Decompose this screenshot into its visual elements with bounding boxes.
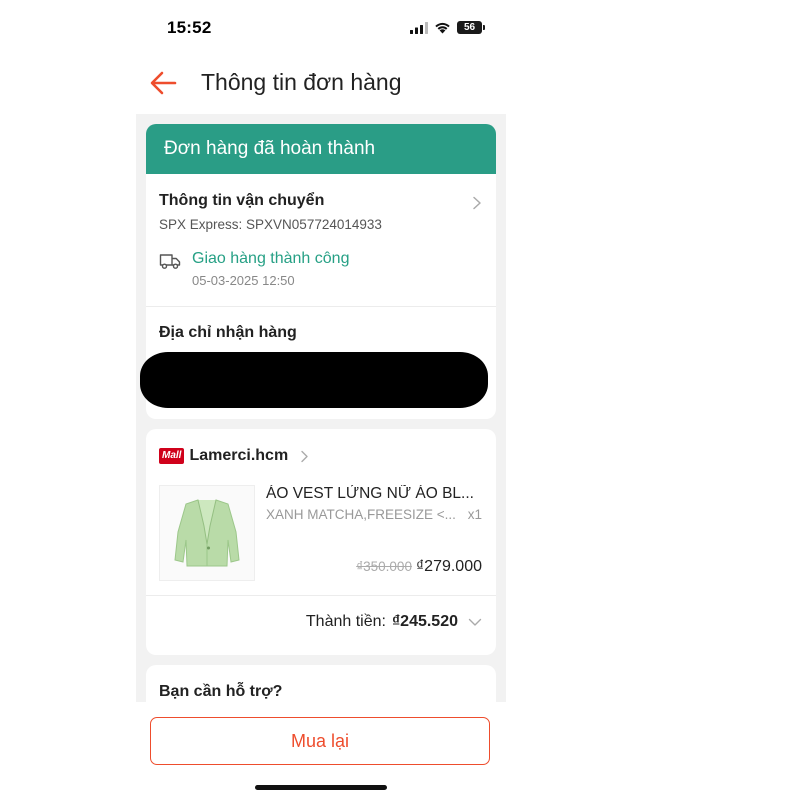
shipping-info-title: Thông tin vận chuyển	[159, 192, 325, 209]
page-title: Thông tin đơn hàng	[201, 69, 402, 95]
original-price: ₫350.000	[356, 559, 412, 574]
shipping-address-card: Thông tin vận chuyển SPX Express: SPXVN0…	[140, 174, 496, 419]
buy-again-button[interactable]: Mua lại	[150, 717, 490, 765]
chevron-down-icon	[468, 618, 482, 626]
address-label: Địa chỉ nhận hàng	[159, 324, 297, 341]
green-blazer-image	[174, 499, 240, 567]
redacted-address	[140, 352, 488, 408]
nav-header: Thông tin đơn hàng	[140, 60, 510, 106]
order-status-text: Đơn hàng đã hoàn thành	[164, 138, 376, 159]
divider	[146, 595, 496, 596]
bottom-action-bar: Mua lại	[0, 702, 800, 800]
order-content[interactable]: Đơn hàng đã hoàn thành Thông tin vận chu…	[136, 114, 506, 702]
divider	[146, 306, 496, 307]
delivery-time: 05-03-2025 12:50	[192, 273, 295, 288]
shop-link[interactable]: Mall Lamerci.hcm	[159, 445, 309, 467]
product-item[interactable]: ÁO VEST LỬNG NỮ ÁO BL... XANH MATCHA,FRE…	[146, 477, 496, 587]
home-indicator	[255, 785, 387, 790]
product-variant: XANH MATCHA,FREESIZE <...	[266, 507, 456, 522]
product-image	[159, 485, 255, 581]
delivery-status: Giao hàng thành công	[192, 250, 350, 267]
chevron-right-icon	[473, 196, 481, 210]
help-title: Bạn cần hỗ trợ?	[159, 683, 283, 700]
shop-name: Lamerci.hcm	[189, 447, 289, 464]
sale-price: ₫279.000	[415, 558, 482, 575]
product-name: ÁO VEST LỬNG NỮ ÁO BL...	[266, 485, 474, 502]
product-quantity: x1	[467, 507, 482, 522]
mall-badge: Mall	[159, 448, 185, 464]
total-value: ₫245.520	[391, 613, 458, 630]
price-row: ₫350.000 ₫279.000	[356, 558, 482, 576]
shipping-info-link[interactable]: Thông tin vận chuyển SPX Express: SPXVN0…	[146, 174, 496, 306]
status-bar: 15:52 56	[0, 0, 800, 56]
order-status-banner: Đơn hàng đã hoàn thành	[146, 124, 496, 174]
truck-icon	[159, 254, 181, 269]
shop-order-card: Mall Lamerci.hcm ÁO VEST LỬNG NỮ ÁO BL..…	[146, 429, 496, 655]
arrow-left-icon[interactable]	[148, 69, 178, 97]
tracking-code: SPX Express: SPXVN057724014933	[159, 217, 382, 232]
help-card[interactable]: Bạn cần hỗ trợ?	[146, 665, 496, 702]
cellular-signal-icon	[410, 21, 428, 34]
status-icons: 56	[410, 21, 485, 34]
chevron-right-icon	[301, 450, 308, 462]
total-label: Thành tiền:	[305, 613, 386, 630]
status-time: 15:52	[167, 18, 212, 37]
battery-icon: 56	[457, 21, 485, 34]
wifi-icon	[435, 22, 450, 33]
order-total-toggle[interactable]: Thành tiền: ₫245.520	[306, 613, 482, 631]
battery-level: 56	[463, 22, 476, 33]
